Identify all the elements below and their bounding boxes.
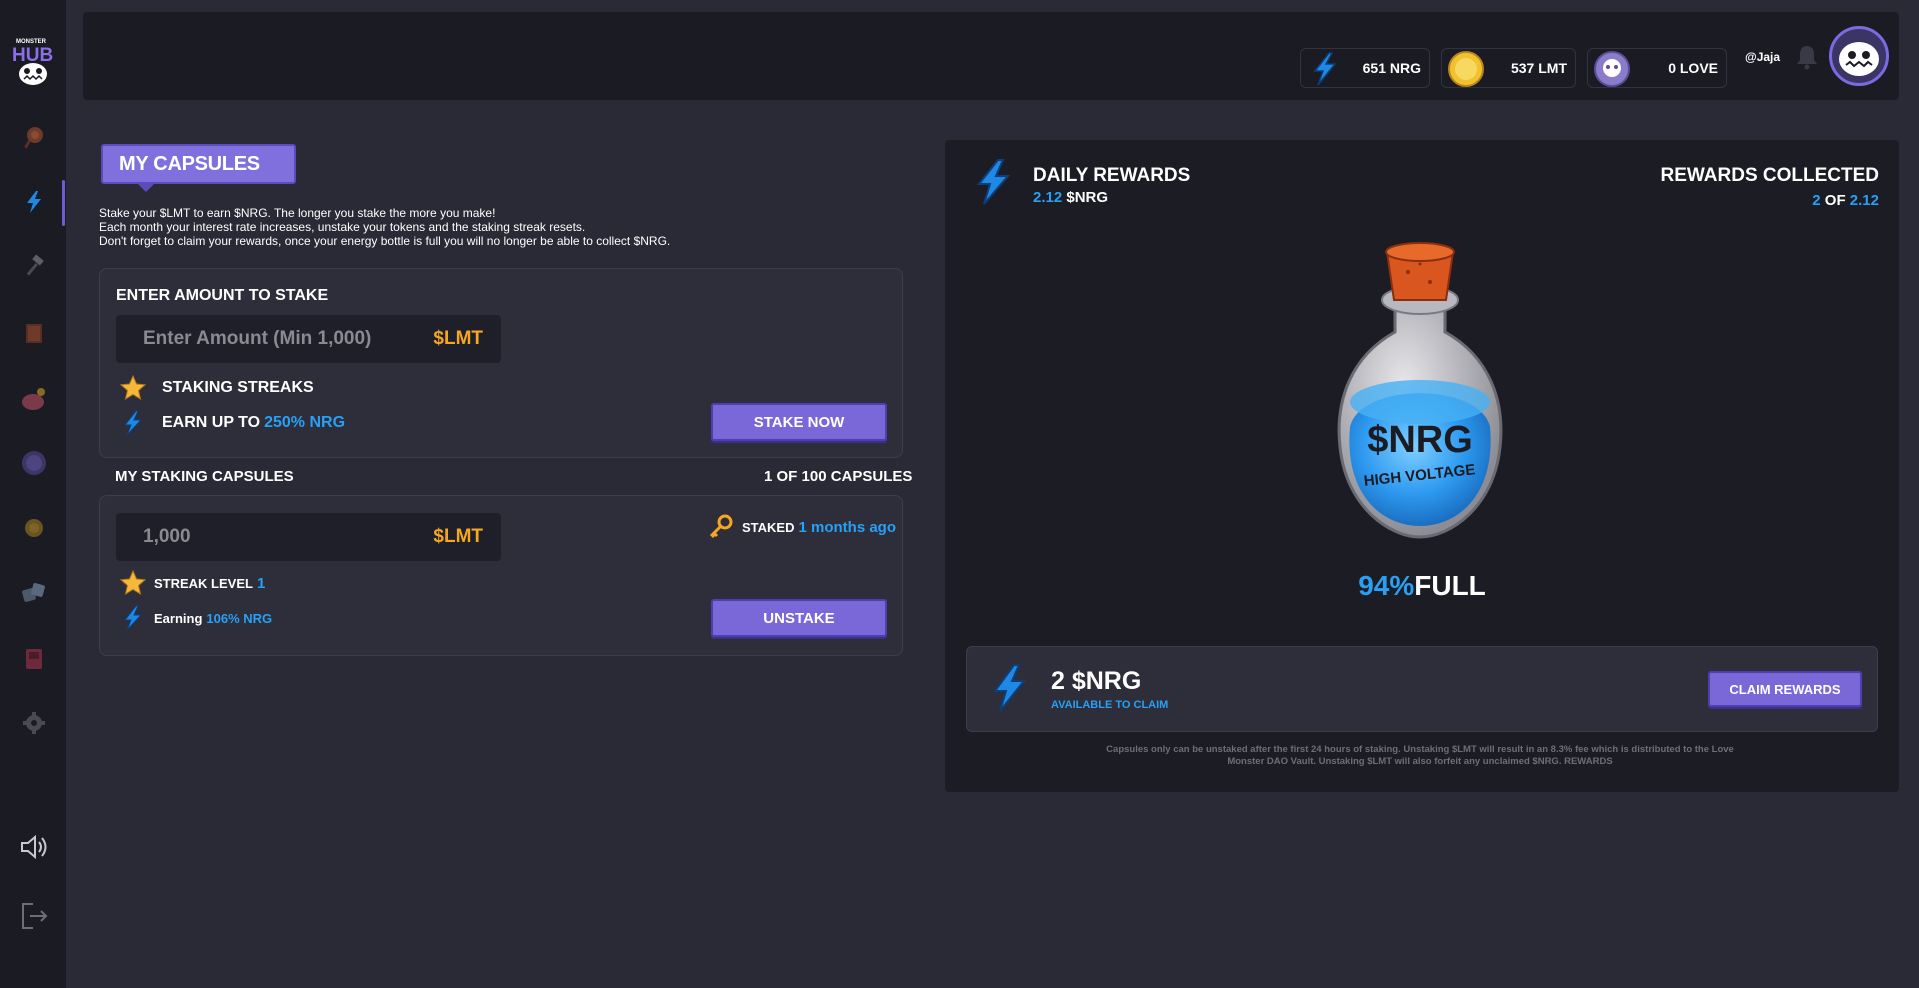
staked-unit: $LMT [433, 526, 483, 547]
intro-line-3: Don't forget to claim your rewards, once… [99, 234, 671, 248]
lmt-coin-icon [1448, 51, 1484, 87]
book-icon[interactable] [20, 319, 48, 347]
claim-rewards-button[interactable]: CLAIM REWARDS [1708, 671, 1862, 707]
active-nav-indicator [62, 180, 65, 226]
rewards-collected-of: OF [1820, 192, 1850, 209]
capsules-count: 1 OF 100 CAPSULES [764, 468, 913, 485]
claim-amount: 2 $NRG [1051, 667, 1142, 695]
avatar[interactable] [1829, 26, 1889, 86]
dice-icon[interactable] [20, 579, 48, 607]
daily-rewards-title: DAILY REWARDS [1033, 165, 1191, 186]
bell-icon[interactable] [1796, 44, 1818, 70]
speaker-icon[interactable] [18, 831, 50, 863]
fill-percent: 94% [1358, 570, 1415, 601]
monster-coin-icon[interactable] [20, 449, 48, 477]
star-icon [120, 375, 146, 401]
daily-rewards-lightning-icon [976, 159, 1011, 205]
svg-text:HUB: HUB [12, 45, 53, 66]
bottle-label: $NRG [1367, 419, 1473, 461]
top-bar: 651 NRG 537 LMT 0 LOVE @Jaja [83, 12, 1899, 100]
username[interactable]: @Jaja [1745, 50, 1780, 64]
energy-bottle: $NRG HIGH VOLTAGE [1337, 242, 1503, 539]
staked-when: 1 months ago [798, 518, 896, 536]
nrg-lightning-icon [1313, 52, 1337, 86]
gear-icon[interactable] [20, 709, 48, 737]
claim-lightning-icon [993, 664, 1027, 712]
lightning-icon [123, 410, 143, 436]
rewards-collected-title: REWARDS COLLECTED [1660, 165, 1880, 186]
daily-rewards-unit: $NRG [1062, 189, 1109, 206]
love-balance: 0 LOVE [1587, 48, 1727, 88]
rewards-panel: DAILY REWARDS 2.12 $NRG REWARDS COLLECTE… [945, 140, 1899, 792]
staking-capsule-card: 1,000 $LMT STAKED 1 months ago STREAK LE… [99, 495, 903, 656]
staked-amount: 1,000 [143, 526, 191, 547]
earning-label: Earning [154, 610, 203, 626]
earn-up-to-row: EARN UP TO 250% NRG [120, 410, 345, 436]
nrg-balance-value: 651 NRG [1362, 60, 1421, 76]
my-staking-capsules-heading: MY STAKING CAPSULES [115, 468, 294, 485]
my-capsules-title: MY CAPSULES [101, 144, 296, 184]
streak-level-value: 1 [256, 574, 266, 592]
daily-rewards-amount: 2.12 $NRG [1033, 189, 1108, 206]
earn-up-to-label: EARN UP TO [162, 414, 261, 431]
sidebar: MONSTER HUB [0, 0, 66, 988]
stake-heading: ENTER AMOUNT TO STAKE [116, 287, 329, 304]
lmt-balance-value: 537 LMT [1510, 60, 1567, 76]
piggy-bank-icon[interactable] [20, 386, 48, 414]
streak-level-row: STREAK LEVEL 1 [120, 570, 265, 596]
fill-level: 94%FULL [945, 570, 1899, 602]
love-balance-value: 0 LOVE [1668, 60, 1718, 76]
disclaimer-text: Capsules only can be unstaked after the … [1106, 744, 1734, 767]
coin-icon[interactable] [20, 514, 48, 542]
earn-up-to-value: 250% NRG [264, 414, 346, 431]
key-icon [709, 514, 733, 539]
candy-icon[interactable] [20, 123, 48, 151]
arcade-icon[interactable] [20, 645, 48, 673]
fill-label: FULL [1414, 570, 1486, 601]
intro-text: Stake your $LMT to earn $NRG. The longer… [99, 206, 670, 248]
rewards-collected-progress: 2 OF 2.12 [1812, 192, 1879, 209]
logout-icon[interactable] [18, 900, 50, 932]
claim-box: 2 $NRG AVAILABLE TO CLAIM CLAIM REWARDS [966, 646, 1878, 732]
earning-value: 106% NRG [206, 610, 273, 626]
staked-amount-box: 1,000 $LMT [116, 513, 501, 561]
staking-streaks-label: STAKING STREAKS [162, 379, 314, 396]
unstake-button[interactable]: UNSTAKE [711, 599, 887, 637]
staked-label: STAKED [742, 519, 795, 535]
stake-now-button[interactable]: STAKE NOW [711, 403, 887, 441]
rewards-collected-value: 2 [1812, 192, 1821, 209]
star-icon [120, 570, 146, 596]
title-tag-tail [136, 182, 156, 192]
lmt-balance: 537 LMT [1441, 48, 1576, 88]
intro-line-2: Each month your interest rate increases,… [99, 220, 586, 234]
rewards-collected-total: 2.12 [1849, 192, 1879, 209]
lightning-icon[interactable] [20, 188, 48, 216]
monster-hub-logo[interactable]: MONSTER HUB [10, 34, 56, 88]
staking-streaks-row: STAKING STREAKS [120, 375, 314, 401]
stake-input-wrapper: $LMT [116, 315, 501, 363]
stake-panel: ENTER AMOUNT TO STAKE $LMT STAKING STREA… [99, 268, 903, 458]
claim-sub-label: AVAILABLE TO CLAIM [1051, 699, 1169, 711]
love-coin-icon [1594, 51, 1630, 87]
earning-row: Earning 106% NRG [120, 605, 272, 631]
stake-amount-input[interactable] [116, 315, 406, 363]
nrg-balance: 651 NRG [1300, 48, 1430, 88]
streak-level-label: STREAK LEVEL [154, 575, 253, 591]
lightning-icon [123, 605, 143, 631]
daily-rewards-value: 2.12 [1033, 189, 1063, 206]
staked-time-row: STAKED 1 months ago [708, 514, 896, 540]
stake-unit: $LMT [433, 328, 483, 349]
intro-line-1: Stake your $LMT to earn $NRG. The longer… [99, 206, 496, 220]
hammer-icon[interactable] [20, 252, 48, 280]
